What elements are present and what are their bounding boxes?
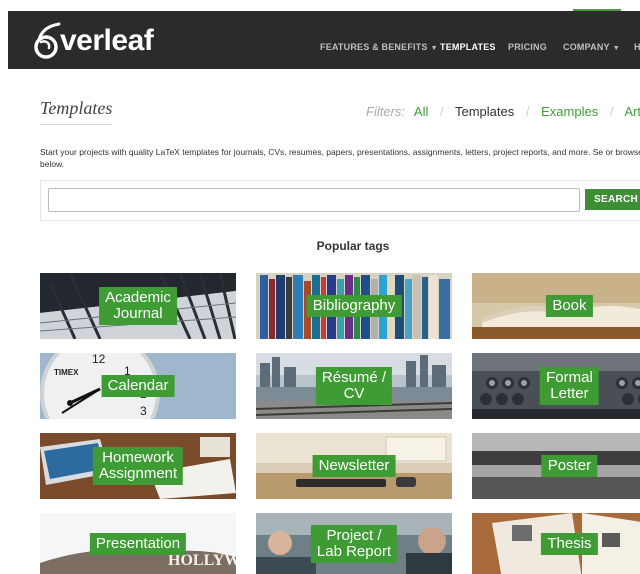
tag-tile-formal-letter[interactable]: Formal Letter bbox=[472, 353, 640, 419]
chevron-down-icon: ▼ bbox=[430, 45, 438, 52]
svg-text:12: 12 bbox=[92, 353, 106, 366]
intro-text: Start your projects with quality LaTeX t… bbox=[40, 147, 640, 169]
filter-separator: / bbox=[439, 104, 444, 119]
logo-wordmark: verleaf bbox=[60, 24, 154, 57]
tag-label: Book bbox=[546, 295, 593, 317]
tag-tile-resume-cv[interactable]: Résumé / CV bbox=[256, 353, 452, 419]
filter-articles[interactable]: Artic bbox=[624, 104, 640, 119]
tag-label: Newsletter bbox=[312, 455, 396, 477]
overleaf-logo[interactable]: verleaf bbox=[32, 19, 154, 63]
tag-tile-newsletter[interactable]: Newsletter bbox=[256, 433, 452, 499]
tag-label: Poster bbox=[541, 455, 598, 477]
filter-all[interactable]: All bbox=[414, 104, 428, 119]
popular-tags-heading: Popular tags bbox=[316, 239, 390, 253]
hollywood-sign-text: HOLLYWOOD bbox=[168, 552, 236, 569]
tag-tile-presentation[interactable]: HOLLYWOOD Presentation bbox=[40, 513, 236, 574]
tag-label: Presentation bbox=[89, 532, 187, 555]
tag-tile-book[interactable]: Book bbox=[472, 273, 640, 339]
search-button[interactable]: SEARCH bbox=[585, 189, 640, 210]
leaf-logo-icon bbox=[34, 22, 61, 59]
tag-tile-homework-assignment[interactable]: Homework Assignment bbox=[40, 433, 236, 499]
nav-features[interactable]: FEATURES & BENEFITS ▼ bbox=[320, 42, 438, 52]
filters-label: Filters: bbox=[366, 104, 405, 119]
chevron-down-icon: ▼ bbox=[612, 45, 620, 52]
nav-help[interactable]: H bbox=[634, 42, 640, 52]
tag-label: Formal Letter bbox=[540, 367, 599, 405]
tag-label: Project / Lab Report bbox=[310, 524, 398, 563]
tag-label: Résumé / CV bbox=[315, 367, 393, 405]
nav-templates[interactable]: TEMPLATES bbox=[440, 42, 496, 52]
tag-label: Calendar bbox=[101, 375, 175, 397]
filter-templates[interactable]: Templates bbox=[455, 104, 514, 119]
tag-tile-bibliography[interactable]: Bibliography bbox=[256, 273, 452, 339]
filter-examples[interactable]: Examples bbox=[541, 104, 598, 119]
filters-bar: Filters: All / Templates / Examples / Ar… bbox=[366, 104, 640, 119]
nav-pricing[interactable]: PRICING bbox=[508, 42, 547, 52]
tag-label: Bibliography bbox=[306, 295, 402, 317]
filter-separator: / bbox=[525, 104, 530, 119]
tag-label: Homework Assignment bbox=[92, 447, 184, 485]
svg-text:3: 3 bbox=[140, 404, 147, 418]
top-strip bbox=[0, 0, 640, 13]
tag-tile-thesis[interactable]: Thesis bbox=[472, 513, 640, 574]
tag-tile-academic-journal[interactable]: Academic Journal bbox=[40, 273, 236, 339]
clock-brand-text: TIMEX bbox=[54, 368, 79, 377]
filter-separator: / bbox=[609, 104, 614, 119]
tag-label: Thesis bbox=[541, 532, 598, 555]
nav-company[interactable]: COMPANY ▼ bbox=[563, 42, 620, 52]
tag-tile-project-lab-report[interactable]: Project / Lab Report bbox=[256, 513, 452, 574]
tag-label: Academic Journal bbox=[99, 287, 177, 325]
tag-tile-poster[interactable]: Poster bbox=[472, 433, 640, 499]
search-input[interactable] bbox=[48, 188, 580, 212]
tag-tile-calendar[interactable]: TIMEX 12 1 2 3 Calendar bbox=[40, 353, 236, 419]
page-title: Templates bbox=[40, 98, 113, 125]
